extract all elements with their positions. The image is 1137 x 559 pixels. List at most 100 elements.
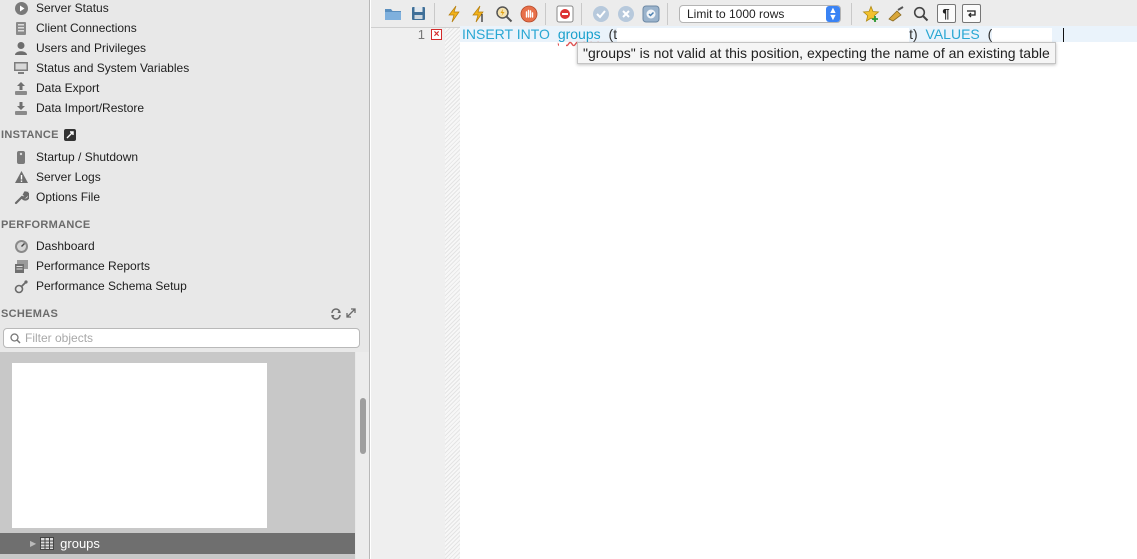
toolbar-separator: [667, 2, 668, 25]
user-icon: [12, 40, 30, 56]
nav-label: Options File: [36, 190, 101, 204]
wrap-icon: [961, 4, 981, 23]
search-icon: [10, 332, 21, 344]
wrench-icon: [12, 189, 30, 205]
cancel-circle-icon: [617, 5, 635, 23]
find-button[interactable]: [910, 3, 932, 25]
nav-startup-shutdown[interactable]: Startup / Shutdown: [12, 147, 138, 167]
schema-table-row-selected[interactable]: ▶ groups: [0, 533, 355, 554]
keyword-insert-into: INSERT INTO: [462, 26, 550, 42]
server-icon: [12, 149, 30, 165]
keyword-values: VALUES: [925, 26, 980, 42]
expand-icon[interactable]: [346, 308, 356, 318]
nav-label: Performance Schema Setup: [36, 279, 187, 293]
schema-filter-input[interactable]: [21, 331, 349, 345]
broom-icon: [887, 5, 905, 23]
reports-icon: [12, 258, 30, 274]
monitor-icon: [12, 60, 30, 76]
schema-filter-field[interactable]: [3, 328, 360, 348]
limit-rows-select[interactable]: Limit to 1000 rows ▲ ▼: [679, 4, 841, 23]
toggle-error-stop-button[interactable]: [554, 3, 576, 25]
schema-scrollbar-thumb[interactable]: [360, 398, 366, 454]
toolbar-separator: [545, 2, 546, 25]
open-file-button[interactable]: [382, 3, 404, 25]
table-icon: [40, 537, 55, 550]
rollback-button[interactable]: [615, 3, 637, 25]
limit-rows-value: Limit to 1000 rows: [687, 6, 785, 21]
save-button[interactable]: [407, 3, 429, 25]
nav-server-status[interactable]: Server Status: [12, 0, 109, 18]
select-stepper-icon: ▲ ▼: [826, 5, 840, 22]
nav-users-privileges[interactable]: Users and Privileges: [12, 38, 146, 58]
refresh-icon[interactable]: [330, 308, 342, 320]
dashboard-icon: [12, 238, 30, 254]
folder-icon: [384, 7, 402, 21]
add-snippet-button[interactable]: [860, 3, 882, 25]
floppy-disk-icon: [411, 6, 426, 21]
nav-performance-schema-setup[interactable]: Performance Schema Setup: [12, 276, 187, 296]
play-circle-icon: [12, 0, 30, 16]
lightning-cursor-icon: [471, 5, 487, 23]
warning-icon: [12, 169, 30, 185]
nav-performance-reports[interactable]: Performance Reports: [12, 256, 150, 276]
nav-label: Data Import/Restore: [36, 101, 145, 115]
schema-scrollbar-track[interactable]: [356, 352, 369, 559]
checkmark-circle-icon: [592, 5, 610, 23]
nav-options-file[interactable]: Options File: [12, 187, 100, 207]
client-connections-icon: [12, 20, 30, 36]
autocommit-toggle-button[interactable]: [640, 3, 662, 25]
syntax-error-tooltip: "groups" is not valid at this position, …: [577, 42, 1056, 64]
schema-setup-icon: [12, 278, 30, 294]
autocommit-icon: [642, 5, 660, 23]
beautify-button[interactable]: [885, 3, 907, 25]
redacted-values: [992, 28, 1053, 43]
nav-status-variables[interactable]: Status and System Variables: [12, 58, 189, 78]
invisible-chars-button[interactable]: ¶: [935, 3, 957, 25]
nav-dashboard[interactable]: Dashboard: [12, 236, 95, 256]
nav-label: Startup / Shutdown: [36, 150, 139, 164]
nav-data-export[interactable]: Data Export: [12, 78, 99, 98]
execute-current-button[interactable]: [468, 3, 490, 25]
nav-label: Client Connections: [36, 21, 137, 35]
toolbar-separator: [581, 2, 582, 25]
toolbar-separator: [851, 2, 852, 25]
data-export-icon: [12, 80, 30, 96]
editor-gutter: [371, 28, 445, 559]
nav-label: Users and Privileges: [36, 41, 147, 55]
table-identifier-error: groups: [557, 26, 601, 42]
nav-server-logs[interactable]: Server Logs: [12, 167, 101, 187]
commit-button[interactable]: [590, 3, 612, 25]
execute-button[interactable]: [443, 3, 465, 25]
pilcrow-icon: ¶: [936, 4, 956, 23]
section-header-instance: INSTANCE: [1, 129, 76, 141]
disclosure-triangle-icon[interactable]: ▶: [30, 539, 36, 548]
nav-label: Performance Reports: [36, 259, 151, 273]
nav-label: Dashboard: [36, 239, 95, 253]
line-number: 1: [417, 27, 425, 42]
redacted-region: [12, 363, 267, 528]
search-icon: [913, 6, 929, 22]
syntax-error-icon[interactable]: ×: [431, 29, 442, 40]
stop-button[interactable]: [518, 3, 540, 25]
word-wrap-button[interactable]: [960, 3, 982, 25]
nav-label: Server Logs: [36, 170, 101, 184]
lightning-icon: [447, 5, 461, 23]
data-import-icon: [12, 100, 30, 116]
sql-editor-toolbar: Limit to 1000 rows ▲ ▼ ¶: [371, 0, 1137, 28]
stop-on-error-icon: [556, 5, 574, 23]
redacted-columns: [617, 28, 910, 43]
section-header-performance: PERFORMANCE: [1, 219, 91, 231]
table-name: groups: [60, 536, 100, 551]
nav-client-connections[interactable]: Client Connections: [12, 18, 137, 38]
nav-data-import[interactable]: Data Import/Restore: [12, 98, 144, 118]
sql-code-line[interactable]: INSERT INTO groups (t t) VALUES (: [460, 26, 1137, 43]
explain-button[interactable]: [493, 3, 515, 25]
toolbar-separator: [434, 2, 435, 25]
section-header-schemas: SCHEMAS: [1, 308, 59, 320]
nav-label: Data Export: [36, 81, 100, 95]
nav-label: Status and System Variables: [36, 61, 190, 75]
star-add-icon: [862, 4, 880, 23]
navigator-sidebar: Server Status Client Connections Users a…: [0, 0, 370, 559]
instance-icon: [63, 129, 76, 141]
text-caret: [1063, 28, 1064, 42]
